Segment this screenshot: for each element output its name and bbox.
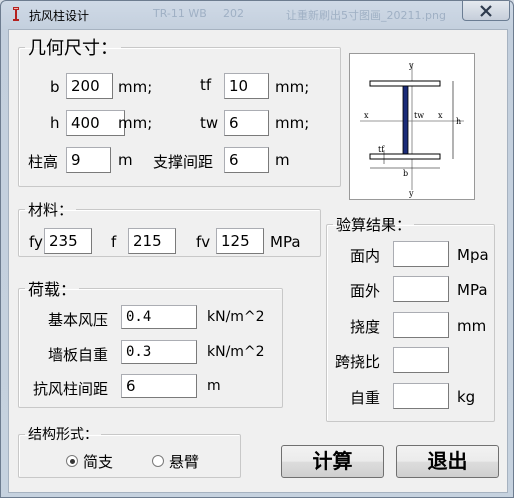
- h-diagram-label: h: [456, 117, 461, 126]
- tw-label: tw: [200, 114, 219, 132]
- brace-spacing-unit: m: [275, 151, 290, 169]
- radio-selected-dot: [69, 458, 75, 464]
- f-input[interactable]: [128, 228, 176, 254]
- client-area: 几何尺寸： b mm; tf mm; h mm; tw mm; 柱高 m 支撑间…: [8, 29, 508, 493]
- in-plane-label: 面内: [350, 247, 381, 265]
- wall-weight-input[interactable]: [121, 340, 197, 364]
- b-input[interactable]: [66, 73, 113, 99]
- bottom-flange: [369, 153, 441, 160]
- h-label: h: [50, 114, 60, 132]
- background-ghost-text: 让重新刷出5寸图画_20211.png: [286, 9, 446, 22]
- self-weight-output[interactable]: [393, 383, 449, 409]
- results-legend: 验算结果：: [336, 216, 412, 234]
- h-input[interactable]: [66, 110, 125, 136]
- load-legend: 荷载：: [28, 280, 77, 299]
- fv-label: fv: [196, 233, 211, 251]
- self-weight-unit: kg: [457, 388, 476, 406]
- web: [402, 85, 409, 155]
- f-label: f: [111, 233, 117, 251]
- fy-label: fy: [29, 233, 43, 251]
- tf-unit: mm;: [275, 78, 310, 96]
- i-beam-section-diagram: y y x x tw h tf b: [349, 53, 475, 200]
- exit-button[interactable]: 退出: [396, 445, 499, 478]
- b-unit: mm;: [118, 78, 153, 96]
- column-height-input[interactable]: [66, 147, 111, 173]
- in-plane-output[interactable]: [393, 241, 449, 267]
- tw-unit: mm;: [275, 114, 310, 132]
- basic-wind-pressure-label: 基本风压: [48, 311, 109, 329]
- close-button[interactable]: [462, 1, 510, 21]
- deflection-label: 挠度: [350, 318, 381, 336]
- b-label: b: [50, 78, 60, 96]
- title-bar: 抗风柱设计 TR-11 WB 202 让重新刷出5寸图画_20211.png: [1, 1, 513, 28]
- wall-weight-label: 墙板自重: [48, 346, 109, 364]
- background-ghost-text: TR-11 WB: [153, 7, 207, 20]
- simply-supported-label[interactable]: 简支: [83, 451, 113, 472]
- tf-input[interactable]: [224, 73, 269, 99]
- basic-wind-pressure-unit: kN/m^2: [207, 309, 265, 325]
- span-deflection-ratio-output[interactable]: [393, 347, 449, 373]
- cantilever-label[interactable]: 悬臂: [169, 451, 199, 472]
- span-deflection-ratio-label: 跨挠比: [335, 353, 381, 371]
- tw-input[interactable]: [224, 110, 269, 136]
- material-legend: 材料：: [28, 201, 74, 219]
- wind-column-spacing-unit: m: [207, 378, 221, 394]
- b-diagram-label: b: [403, 169, 408, 178]
- geometry-legend: 几何尺寸：: [28, 38, 118, 59]
- structure-form-group: 结构形式：: [18, 424, 241, 478]
- fv-input[interactable]: [216, 228, 264, 254]
- background-ghost-text: 202: [223, 7, 244, 20]
- out-of-plane-label: 面外: [350, 282, 381, 300]
- close-icon: [480, 4, 492, 17]
- basic-wind-pressure-input[interactable]: [121, 305, 197, 329]
- deflection-unit: mm: [457, 317, 487, 335]
- simply-supported-radio[interactable]: [66, 455, 78, 467]
- brace-spacing-input[interactable]: [224, 147, 269, 173]
- deflection-output[interactable]: [393, 312, 449, 338]
- tf-diagram-label: tf: [378, 145, 385, 154]
- fy-input[interactable]: [44, 228, 92, 254]
- wind-column-spacing-input[interactable]: [121, 374, 197, 398]
- in-plane-unit: Mpa: [457, 246, 489, 264]
- column-height-label: 柱高: [28, 153, 59, 171]
- wind-column-spacing-label: 抗风柱间距: [33, 380, 109, 398]
- wall-weight-unit: kN/m^2: [207, 344, 265, 360]
- tf-label: tf: [200, 76, 212, 94]
- cantilever-radio[interactable]: [152, 455, 164, 467]
- material-unit: MPa: [270, 233, 301, 251]
- self-weight-label: 自重: [350, 389, 381, 407]
- out-of-plane-output[interactable]: [393, 276, 449, 302]
- x-right-label: x: [438, 111, 443, 120]
- y-top-label: y: [408, 61, 414, 70]
- structure-form-legend: 结构形式：: [28, 427, 98, 443]
- column-height-unit: m: [118, 151, 133, 169]
- window-title: 抗风柱设计: [29, 9, 90, 23]
- h-unit: mm;: [118, 114, 153, 132]
- top-flange: [369, 80, 441, 87]
- y-bottom-label: y: [408, 189, 414, 198]
- brace-spacing-label: 支撑间距: [153, 153, 214, 171]
- tw-diagram-label: tw: [414, 111, 424, 120]
- app-window: 抗风柱设计 TR-11 WB 202 让重新刷出5寸图画_20211.png 几…: [0, 0, 514, 498]
- x-left-label: x: [364, 111, 369, 120]
- app-icon: [13, 7, 19, 21]
- calculate-button[interactable]: 计算: [281, 445, 384, 478]
- out-of-plane-unit: MPa: [457, 281, 488, 299]
